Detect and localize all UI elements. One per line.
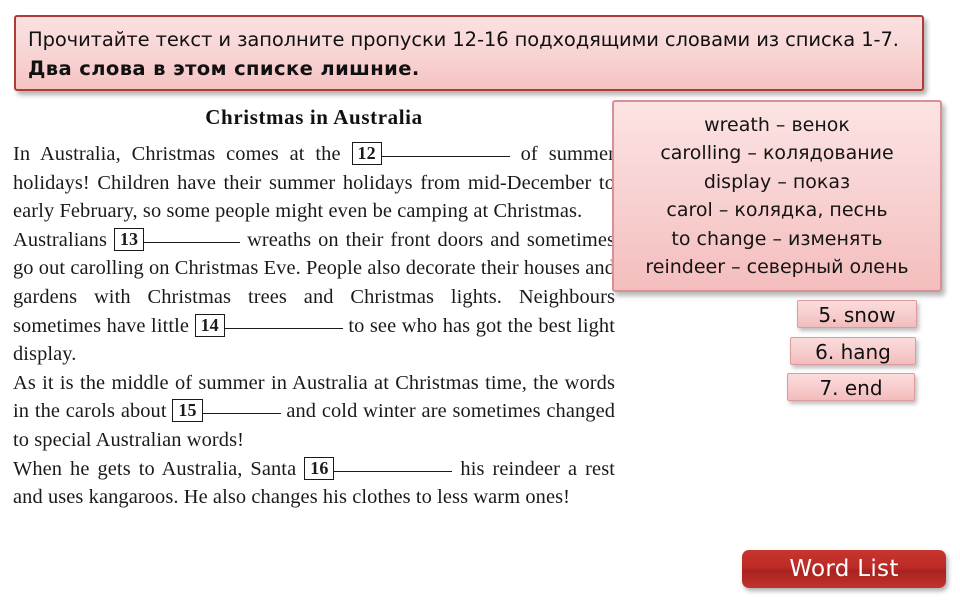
blank-number-15[interactable]: 15 (172, 399, 203, 423)
instruction-line-1: Прочитайте текст и заполните пропуски 12… (28, 28, 899, 51)
passage-paragraph-4: When he gets to Australia, Santa 16 his … (13, 455, 615, 512)
passage-text: Australians (13, 228, 107, 251)
blank-number-12[interactable]: 12 (351, 142, 382, 165)
glossary-entry: carol – колядка, песнь (666, 199, 888, 221)
blank-number-16[interactable]: 16 (304, 456, 335, 480)
glossary-entry: wreath – венок (704, 113, 850, 136)
word-option-5[interactable]: 5. snow (797, 300, 917, 328)
glossary-panel: wreath – венок carolling – колядование d… (612, 100, 942, 292)
glossary-entry: display – показ (703, 170, 851, 193)
blank-number-14[interactable]: 14 (194, 313, 225, 337)
blank-line-16[interactable] (334, 460, 453, 472)
word-option-6[interactable]: 6. hang (790, 337, 916, 365)
blank-line-15[interactable] (202, 402, 281, 415)
instruction-line-2: Два слова в этом списке лишние. (28, 57, 420, 80)
glossary-entry: reindeer – северный олень (645, 256, 909, 278)
passage-text: When he gets to Australia, Santa (13, 457, 297, 480)
blank-line-12[interactable] (381, 145, 510, 157)
passage-text: In Australia, Christmas comes at the (13, 143, 341, 165)
passage-paragraph-3: As it is the middle of summer in Austral… (13, 369, 615, 455)
blank-number-13[interactable]: 13 (113, 227, 145, 251)
glossary-entry: carolling – колядование (660, 142, 894, 164)
blank-line-14[interactable] (224, 317, 343, 329)
page-title: Christmas in Australia (205, 105, 423, 129)
reading-passage: Christmas in Australia In Australia, Chr… (13, 105, 615, 512)
word-option-7[interactable]: 7. end (787, 373, 915, 401)
blank-line-13[interactable] (144, 231, 241, 243)
instruction-banner: Прочитайте текст и заполните пропуски 12… (14, 15, 924, 91)
passage-paragraph-1: In Australia, Christmas comes at the 12 … (13, 140, 615, 226)
word-list-button[interactable]: Word List (742, 550, 946, 588)
glossary-entry: to change – изменять (671, 227, 883, 250)
passage-paragraph-2: Australians 13 wreaths on their front do… (13, 226, 615, 369)
